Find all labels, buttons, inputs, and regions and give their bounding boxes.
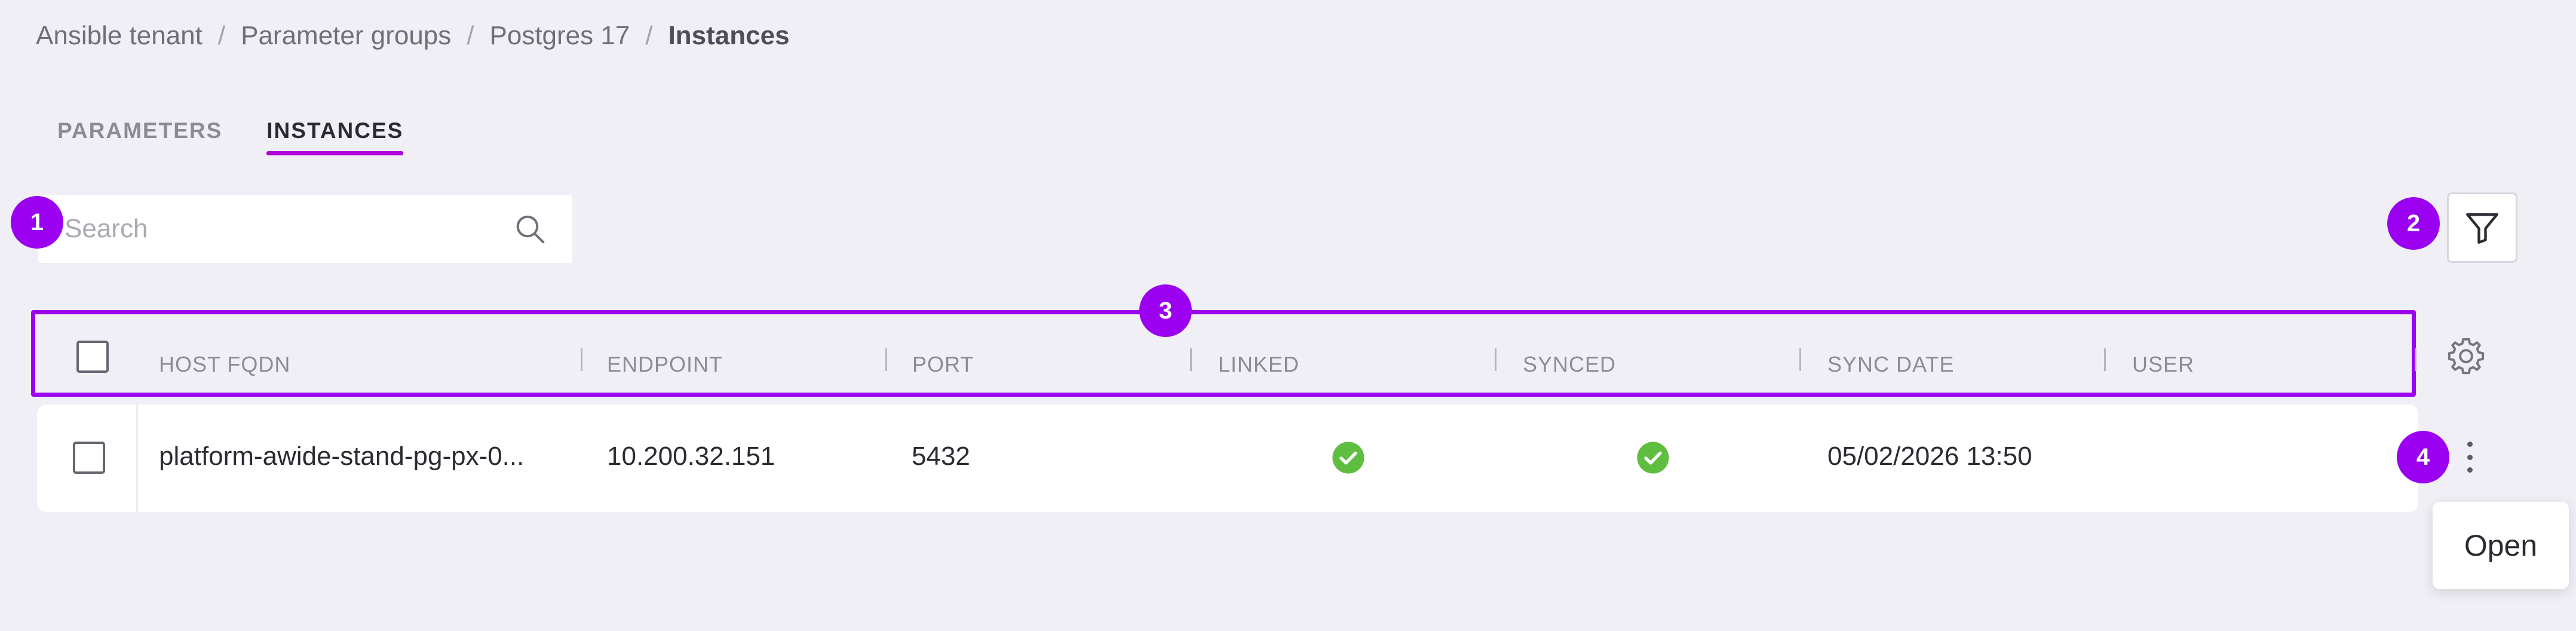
synced-check-icon: [1637, 442, 1669, 474]
breadcrumb-item-postgres[interactable]: Postgres 17: [490, 21, 630, 51]
cell-endpoint: 10.200.32.151: [607, 442, 775, 471]
column-divider[interactable]: [581, 348, 582, 371]
filter-button[interactable]: [2447, 192, 2517, 263]
column-divider[interactable]: [2104, 348, 2106, 371]
breadcrumb-item-tenant[interactable]: Ansible tenant: [36, 21, 203, 51]
tab-instances[interactable]: INSTANCES: [266, 118, 404, 155]
menu-item-open[interactable]: Open: [2464, 528, 2537, 563]
breadcrumb-separator: /: [645, 21, 653, 50]
column-header-synced[interactable]: SYNCED: [1523, 352, 1616, 377]
annotation-badge-4: 4: [2397, 431, 2449, 483]
breadcrumb-separator: /: [467, 21, 474, 50]
row-divider: [136, 405, 138, 512]
table-row[interactable]: platform-awide-stand-pg-px-0... 10.200.3…: [37, 405, 2418, 512]
search-box: [38, 195, 572, 263]
annotation-badge-1: 1: [11, 196, 63, 249]
column-divider[interactable]: [1190, 348, 1192, 371]
annotation-badge-3: 3: [1139, 284, 1192, 337]
cell-port: 5432: [912, 442, 970, 471]
column-divider[interactable]: [1495, 348, 1496, 371]
column-divider[interactable]: [885, 348, 887, 371]
breadcrumb: Ansible tenant / Parameter groups / Post…: [36, 18, 790, 54]
column-header-port[interactable]: PORT: [912, 352, 974, 377]
breadcrumb-item-parameter-groups[interactable]: Parameter groups: [241, 21, 451, 51]
cell-sync-date: 05/02/2026 13:50: [1827, 442, 2032, 471]
tab-parameters[interactable]: PARAMETERS: [57, 118, 222, 155]
tab-bar: PARAMETERS INSTANCES: [57, 118, 447, 155]
linked-check-icon: [1332, 442, 1364, 474]
column-header-linked[interactable]: LINKED: [1218, 352, 1299, 377]
search-input[interactable]: [65, 214, 483, 244]
column-header-host-fqdn[interactable]: HOST FQDN: [159, 352, 290, 377]
row-actions-menu: Open: [2433, 502, 2569, 589]
filter-icon: [2466, 213, 2498, 244]
column-header-user[interactable]: USER: [2132, 352, 2194, 377]
select-all-checkbox[interactable]: [76, 341, 109, 373]
cell-host-fqdn: platform-awide-stand-pg-px-0...: [159, 442, 525, 471]
gear-icon[interactable]: [2445, 335, 2488, 378]
column-header-sync-date[interactable]: SYNC DATE: [1827, 352, 1954, 377]
column-divider[interactable]: [2415, 348, 2416, 371]
breadcrumb-item-current: Instances: [668, 21, 790, 50]
column-header-endpoint[interactable]: ENDPOINT: [607, 352, 723, 377]
search-icon[interactable]: [513, 212, 548, 247]
column-divider[interactable]: [1799, 348, 1801, 371]
row-checkbox[interactable]: [73, 442, 105, 474]
instances-page: Ansible tenant / Parameter groups / Post…: [0, 0, 2576, 631]
row-actions-kebab-icon[interactable]: [2455, 438, 2484, 476]
breadcrumb-separator: /: [217, 21, 226, 50]
annotation-badge-2: 2: [2387, 197, 2440, 250]
table-header: HOST FQDN ENDPOINT PORT LINKED SYNCED SY…: [31, 310, 2416, 397]
